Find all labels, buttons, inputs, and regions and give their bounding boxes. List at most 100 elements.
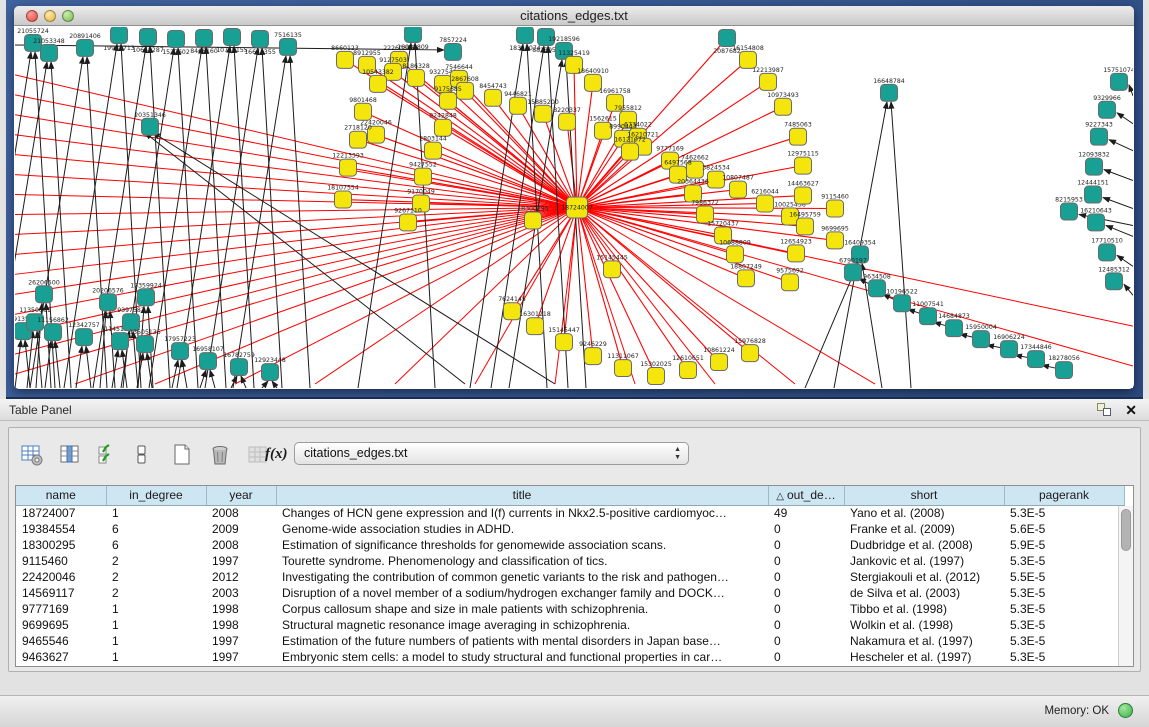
table-row[interactable]: 946554611997Estimation of the future num… bbox=[16, 633, 1124, 649]
table-cell[interactable]: 9115460 bbox=[16, 553, 106, 569]
table-cell[interactable]: 0 bbox=[768, 601, 844, 617]
graph-node[interactable] bbox=[1099, 244, 1116, 261]
close-panel-icon[interactable]: ✕ bbox=[1125, 401, 1137, 419]
table-cell[interactable]: 2008 bbox=[206, 505, 276, 521]
table-row[interactable]: 2242004622012Investigating the contribut… bbox=[16, 569, 1124, 585]
graph-node[interactable] bbox=[894, 295, 911, 312]
graph-node[interactable] bbox=[415, 168, 432, 185]
table-cell[interactable]: 1998 bbox=[206, 617, 276, 633]
table-cell[interactable]: 0 bbox=[768, 585, 844, 601]
graph-node[interactable] bbox=[400, 214, 417, 231]
graph-node[interactable] bbox=[168, 30, 185, 47]
graph-node[interactable] bbox=[622, 143, 639, 160]
table-cell[interactable]: 1 bbox=[106, 601, 206, 617]
table-settings-button[interactable] bbox=[17, 440, 47, 470]
graph-node[interactable] bbox=[196, 29, 213, 46]
graph-node[interactable] bbox=[775, 98, 792, 115]
graph-node[interactable] bbox=[76, 329, 93, 346]
table-cell[interactable]: 2009 bbox=[206, 521, 276, 537]
table-cell[interactable]: Genome-wide association studies in ADHD. bbox=[276, 521, 768, 537]
table-row[interactable]: 911546021997Tourette syndrome. Phenomeno… bbox=[16, 553, 1124, 569]
column-header-in_degree[interactable]: in_degree bbox=[106, 486, 206, 505]
table-cell[interactable]: Jankovic et al. (1997) bbox=[844, 553, 1004, 569]
graph-node[interactable] bbox=[760, 73, 777, 90]
table-cell[interactable]: 5.3E-5 bbox=[1004, 617, 1124, 633]
graph-node[interactable] bbox=[224, 28, 241, 45]
table-cell[interactable]: 5.3E-5 bbox=[1004, 505, 1124, 521]
graph-node[interactable] bbox=[111, 27, 128, 43]
network-view-window[interactable]: citations_edges.txt 21055724210533482089… bbox=[14, 6, 1134, 389]
graph-node[interactable] bbox=[1099, 101, 1116, 118]
graph-node[interactable] bbox=[1056, 362, 1073, 379]
table-cell[interactable]: 0 bbox=[768, 537, 844, 553]
window-titlebar[interactable]: citations_edges.txt bbox=[14, 6, 1134, 26]
graph-node[interactable] bbox=[946, 320, 963, 337]
graph-node[interactable] bbox=[1085, 186, 1102, 203]
graph-node[interactable] bbox=[845, 264, 862, 281]
graph-node[interactable] bbox=[231, 359, 248, 376]
graph-node[interactable] bbox=[138, 289, 155, 306]
graph-node[interactable] bbox=[337, 51, 354, 68]
table-cell[interactable]: 5.3E-5 bbox=[1004, 633, 1124, 649]
table-cell[interactable]: Estimation of the future numbers of pati… bbox=[276, 633, 768, 649]
table-cell[interactable]: 9465546 bbox=[16, 633, 106, 649]
column-header-name[interactable]: name bbox=[16, 486, 106, 505]
graph-node[interactable] bbox=[1086, 158, 1103, 175]
table-cell[interactable]: 5.3E-5 bbox=[1004, 649, 1124, 665]
network-canvas[interactable]: 2105572421053348208914061993171310655287… bbox=[15, 27, 1133, 388]
table-cell[interactable]: 9777169 bbox=[16, 601, 106, 617]
graph-node[interactable] bbox=[740, 51, 757, 68]
graph-node[interactable] bbox=[1028, 351, 1045, 368]
graph-node[interactable] bbox=[370, 75, 387, 92]
table-cell[interactable]: Structural magnetic resonance image aver… bbox=[276, 617, 768, 633]
graph-node[interactable] bbox=[1091, 128, 1108, 145]
graph-node[interactable] bbox=[77, 39, 94, 56]
graph-node[interactable] bbox=[262, 364, 279, 381]
graph-node[interactable] bbox=[408, 69, 425, 86]
table-cell[interactable]: 1998 bbox=[206, 601, 276, 617]
table-cell[interactable]: 18724007 bbox=[16, 505, 106, 521]
graph-node[interactable] bbox=[123, 314, 140, 331]
table-cell[interactable]: Corpus callosum shape and size in male p… bbox=[276, 601, 768, 617]
insert-column-button[interactable] bbox=[55, 440, 85, 470]
table-cell[interactable]: 1 bbox=[106, 649, 206, 665]
table-cell[interactable]: 2012 bbox=[206, 569, 276, 585]
graph-node[interactable] bbox=[435, 119, 452, 136]
delete-table-button[interactable] bbox=[205, 440, 235, 470]
table-row[interactable]: 1938455462009Genome-wide association stu… bbox=[16, 521, 1124, 537]
graph-node[interactable] bbox=[648, 368, 665, 385]
graph-node[interactable] bbox=[36, 286, 53, 303]
graph-node[interactable] bbox=[172, 343, 189, 360]
graph-node[interactable] bbox=[142, 118, 159, 135]
table-cell[interactable]: 22420046 bbox=[16, 569, 106, 585]
graph-node[interactable] bbox=[252, 30, 269, 47]
table-cell[interactable]: Nakamura et al. (1997) bbox=[844, 633, 1004, 649]
table-cell[interactable]: 1 bbox=[106, 505, 206, 521]
graph-node[interactable] bbox=[727, 246, 744, 263]
table-cell[interactable]: 19384554 bbox=[16, 521, 106, 537]
table-cell[interactable]: Embryonic stem cells: a model to study s… bbox=[276, 649, 768, 665]
graph-node[interactable] bbox=[604, 261, 621, 278]
table-cell[interactable]: Disruption of a novel member of a sodium… bbox=[276, 585, 768, 601]
table-cell[interactable]: Changes of HCN gene expression and I(f) … bbox=[276, 505, 768, 521]
function-builder-icon[interactable]: f(x) bbox=[265, 446, 288, 463]
table-cell[interactable]: 6 bbox=[106, 537, 206, 553]
table-cell[interactable]: 2003 bbox=[206, 585, 276, 601]
graph-node[interactable] bbox=[615, 360, 632, 377]
table-cell[interactable]: 5.3E-5 bbox=[1004, 553, 1124, 569]
table-row[interactable]: 946362711997Embryonic stem cells: a mode… bbox=[16, 649, 1124, 665]
graph-node[interactable] bbox=[405, 27, 422, 42]
graph-node[interactable] bbox=[795, 157, 812, 174]
row-height-button[interactable] bbox=[127, 440, 157, 470]
table-cell[interactable]: Franke et al. (2009) bbox=[844, 521, 1004, 537]
table-cell[interactable]: 0 bbox=[768, 521, 844, 537]
table-cell[interactable]: 0 bbox=[768, 569, 844, 585]
float-panel-icon[interactable] bbox=[1097, 403, 1111, 416]
table-select-combobox[interactable]: citations_edges.txt ▲▼ bbox=[294, 442, 689, 465]
table-cell[interactable]: 5.9E-5 bbox=[1004, 537, 1124, 553]
table-cell[interactable]: 14569117 bbox=[16, 585, 106, 601]
graph-node[interactable] bbox=[1106, 273, 1123, 290]
column-header-pagerank[interactable]: pagerank bbox=[1004, 486, 1124, 505]
graph-node[interactable] bbox=[140, 28, 157, 45]
graph-node[interactable] bbox=[795, 187, 812, 204]
